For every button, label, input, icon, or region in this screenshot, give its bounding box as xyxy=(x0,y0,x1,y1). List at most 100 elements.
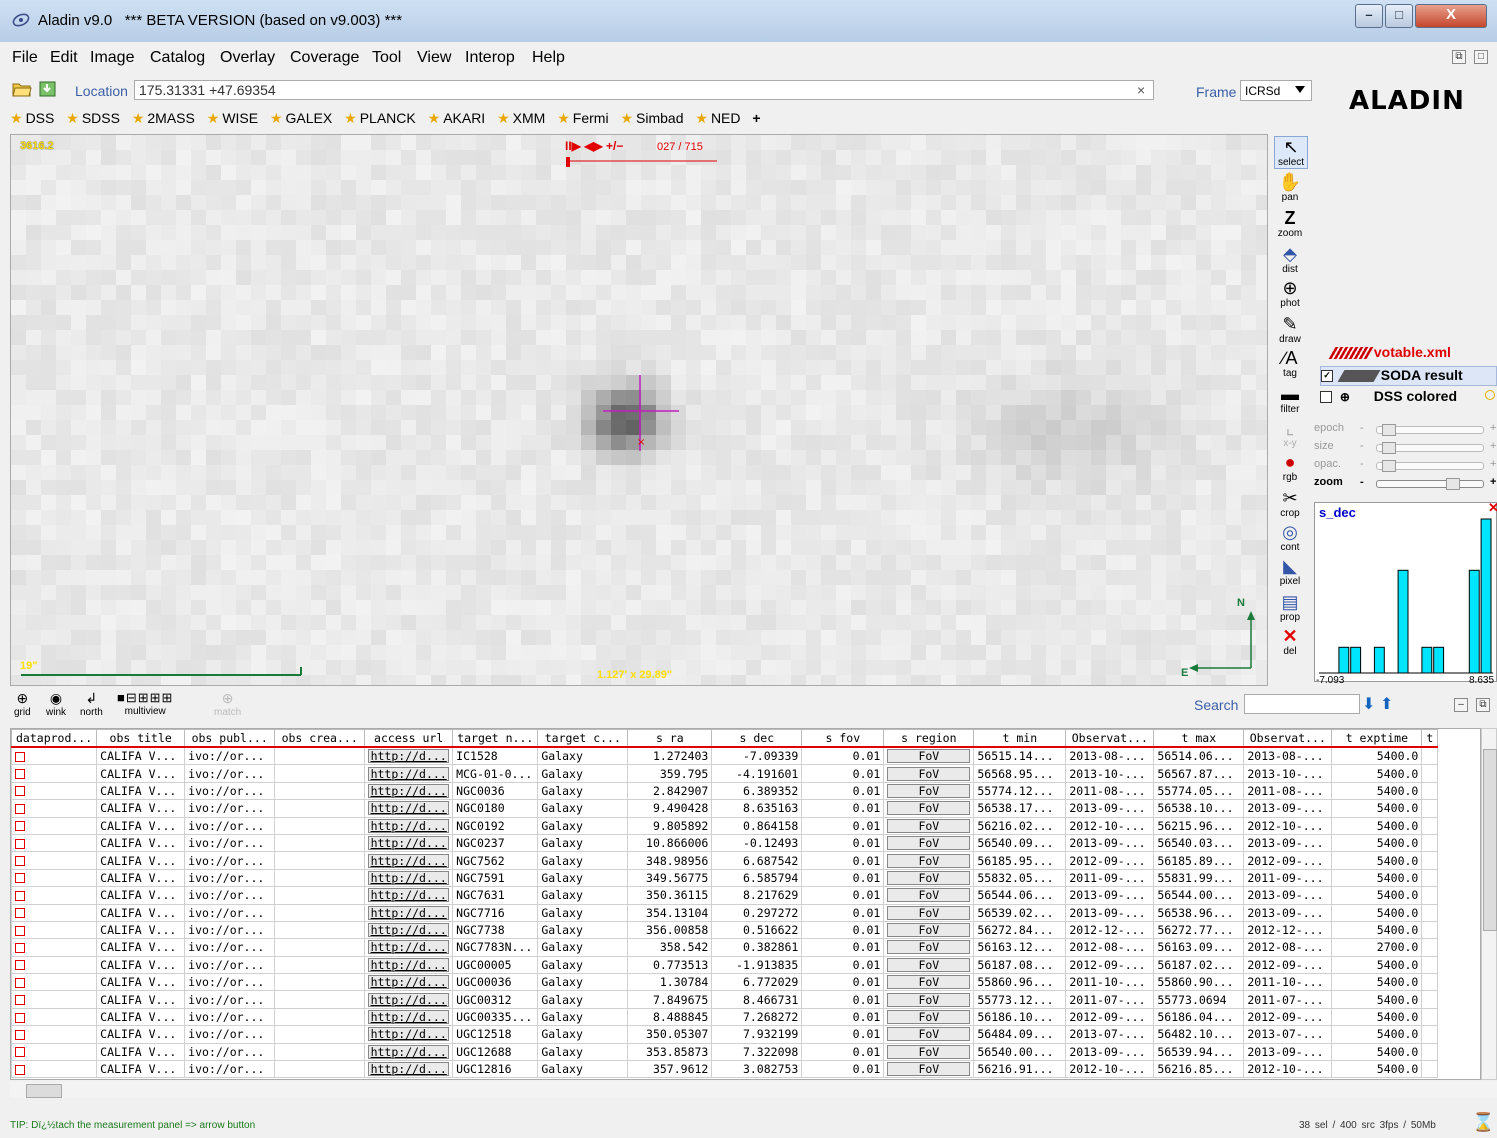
table-cell[interactable]: http://d... xyxy=(364,764,454,783)
table-horizontal-scrollbar[interactable] xyxy=(10,1082,1497,1098)
layer-soda-result[interactable]: ✓ SODA result xyxy=(1320,366,1497,386)
layer-checkbox[interactable] xyxy=(1320,391,1332,404)
access-url-link[interactable]: http://d... xyxy=(368,923,450,938)
row-checkbox[interactable] xyxy=(15,1064,25,1075)
table-cell[interactable]: FoV xyxy=(883,903,975,922)
column-header[interactable]: target n... xyxy=(452,729,539,748)
column-header[interactable]: target c... xyxy=(537,729,629,748)
table-cell[interactable]: http://d... xyxy=(364,833,454,853)
minimize-table-icon[interactable]: – xyxy=(1454,698,1468,712)
table-row[interactable]: CALIFA V... ivo://or... http://d... UGC0003… xyxy=(11,973,1439,992)
table-cell[interactable]: FoV xyxy=(883,938,975,957)
table-row[interactable]: CALIFA V... ivo://or... http://d... UGC0033… xyxy=(11,1007,1439,1027)
tool-draw[interactable]: ✎ draw xyxy=(1274,314,1306,345)
column-header[interactable]: access url xyxy=(364,729,454,748)
table-row[interactable]: CALIFA V... ivo://or... http://d... NGC7562… xyxy=(11,851,1439,870)
histogram-bar[interactable] xyxy=(1373,646,1385,674)
column-header[interactable]: Observat... xyxy=(1243,729,1333,748)
fov-button[interactable]: FoV xyxy=(887,957,971,972)
row-checkbox[interactable] xyxy=(15,960,25,971)
search-input[interactable] xyxy=(1244,694,1360,714)
table-row[interactable]: CALIFA V... ivo://or... http://d... NGC7591… xyxy=(11,868,1439,888)
fov-button[interactable]: FoV xyxy=(887,870,971,885)
column-header[interactable]: obs crea... xyxy=(274,729,366,748)
table-cell[interactable]: FoV xyxy=(883,1042,975,1062)
row-checkbox[interactable] xyxy=(15,838,25,849)
clear-location-icon[interactable]: × xyxy=(1137,82,1145,98)
column-header[interactable]: t min xyxy=(973,729,1067,748)
access-url-link[interactable]: http://d... xyxy=(368,888,450,903)
frame-select[interactable]: ICRSd xyxy=(1240,80,1312,101)
table-row[interactable]: CALIFA V... ivo://or... http://d... MCG-01-… xyxy=(11,764,1439,783)
minimize-button[interactable]: – xyxy=(1355,4,1383,28)
row-checkbox[interactable] xyxy=(15,925,25,936)
row-select-cell[interactable] xyxy=(11,886,98,905)
tool-prop[interactable]: ▤ prop xyxy=(1274,592,1306,623)
access-url-link[interactable]: http://d... xyxy=(368,749,450,764)
access-url-link[interactable]: http://d... xyxy=(368,1010,450,1025)
column-header[interactable]: obs publ... xyxy=(184,729,276,748)
tool-filter[interactable]: ▬ filter xyxy=(1274,384,1306,415)
table-row[interactable]: CALIFA V... ivo://or... http://d... UGC1251… xyxy=(11,1025,1439,1044)
table-cell[interactable]: FoV xyxy=(883,955,975,975)
table-cell[interactable]: FoV xyxy=(883,851,975,870)
match-button[interactable]: ⊕ match xyxy=(214,690,241,718)
row-select-cell[interactable] xyxy=(11,764,98,783)
fov-button[interactable]: FoV xyxy=(887,888,971,903)
table-row[interactable]: CALIFA V... ivo://or... http://d... UGC1281… xyxy=(11,1060,1439,1079)
fov-button[interactable]: FoV xyxy=(887,749,971,764)
column-header[interactable]: t max xyxy=(1153,729,1245,748)
table-row[interactable]: CALIFA V... ivo://or... http://d... NGC0036… xyxy=(11,781,1439,801)
fov-button[interactable]: FoV xyxy=(887,1027,971,1042)
server-2mass[interactable]: ★ 2MASS xyxy=(132,110,195,127)
histogram-bar[interactable] xyxy=(1433,646,1445,674)
menu-help[interactable]: Help xyxy=(532,49,565,67)
arrow-down-icon[interactable]: ⬇ xyxy=(1362,694,1375,714)
row-select-cell[interactable] xyxy=(11,920,98,940)
slider-thumb[interactable] xyxy=(1446,478,1460,490)
row-checkbox[interactable] xyxy=(15,1047,25,1058)
table-cell[interactable]: http://d... xyxy=(364,851,454,870)
access-url-link[interactable]: http://d... xyxy=(368,818,450,833)
location-input[interactable] xyxy=(134,80,1154,100)
table-cell[interactable]: http://d... xyxy=(364,781,454,801)
tool-pixel[interactable]: ◣ pixel xyxy=(1274,556,1306,587)
add-server-button[interactable]: + xyxy=(752,110,760,126)
table-cell[interactable]: FoV xyxy=(883,886,975,905)
row-select-cell[interactable] xyxy=(11,973,98,992)
server-fermi[interactable]: ★ Fermi xyxy=(557,110,608,127)
row-checkbox[interactable] xyxy=(15,786,25,797)
menu-overlay[interactable]: Overlay xyxy=(220,49,275,67)
table-row[interactable]: CALIFA V... ivo://or... http://d... UGC1268… xyxy=(11,1042,1439,1062)
access-url-link[interactable]: http://d... xyxy=(368,836,450,851)
row-checkbox[interactable] xyxy=(15,908,25,919)
table-cell[interactable]: FoV xyxy=(883,920,975,940)
column-header[interactable]: s dec xyxy=(711,729,803,748)
close-icon[interactable]: ✕ xyxy=(1488,500,1497,516)
histogram-bar[interactable] xyxy=(1397,569,1409,674)
histogram-bar[interactable] xyxy=(1338,646,1350,674)
fov-button[interactable]: FoV xyxy=(887,783,971,798)
table-row[interactable]: CALIFA V... ivo://or... http://d... NGC7738… xyxy=(11,920,1439,940)
table-row[interactable]: CALIFA V... ivo://or... http://d... NGC7631… xyxy=(11,886,1439,905)
row-select-cell[interactable] xyxy=(11,938,98,957)
table-cell[interactable]: FoV xyxy=(883,868,975,888)
access-url-link[interactable]: http://d... xyxy=(368,766,450,781)
table-row[interactable]: CALIFA V... ivo://or... http://d... NGC0180… xyxy=(11,799,1439,818)
row-checkbox[interactable] xyxy=(15,1029,25,1040)
scroll-thumb[interactable] xyxy=(1483,749,1497,931)
column-header[interactable]: t xyxy=(1421,729,1439,748)
server-wise[interactable]: ★ WISE xyxy=(207,110,258,127)
table-row[interactable]: CALIFA V... ivo://or... http://d... NGC0192… xyxy=(11,816,1439,835)
access-url-link[interactable]: http://d... xyxy=(368,1044,450,1059)
server-akari[interactable]: ★ AKARI xyxy=(428,110,486,127)
menu-coverage[interactable]: Coverage xyxy=(290,49,359,67)
tool-cont[interactable]: ◎ cont xyxy=(1274,522,1306,553)
fov-button[interactable]: FoV xyxy=(887,940,971,955)
column-header[interactable]: s ra xyxy=(627,729,713,748)
tool-phot[interactable]: ⊕ phot xyxy=(1274,278,1306,309)
north-button[interactable]: ↲ north xyxy=(80,690,103,718)
maximize-button[interactable]: □ xyxy=(1385,4,1413,28)
access-url-link[interactable]: http://d... xyxy=(368,940,450,955)
menu-file[interactable]: File xyxy=(12,49,38,67)
